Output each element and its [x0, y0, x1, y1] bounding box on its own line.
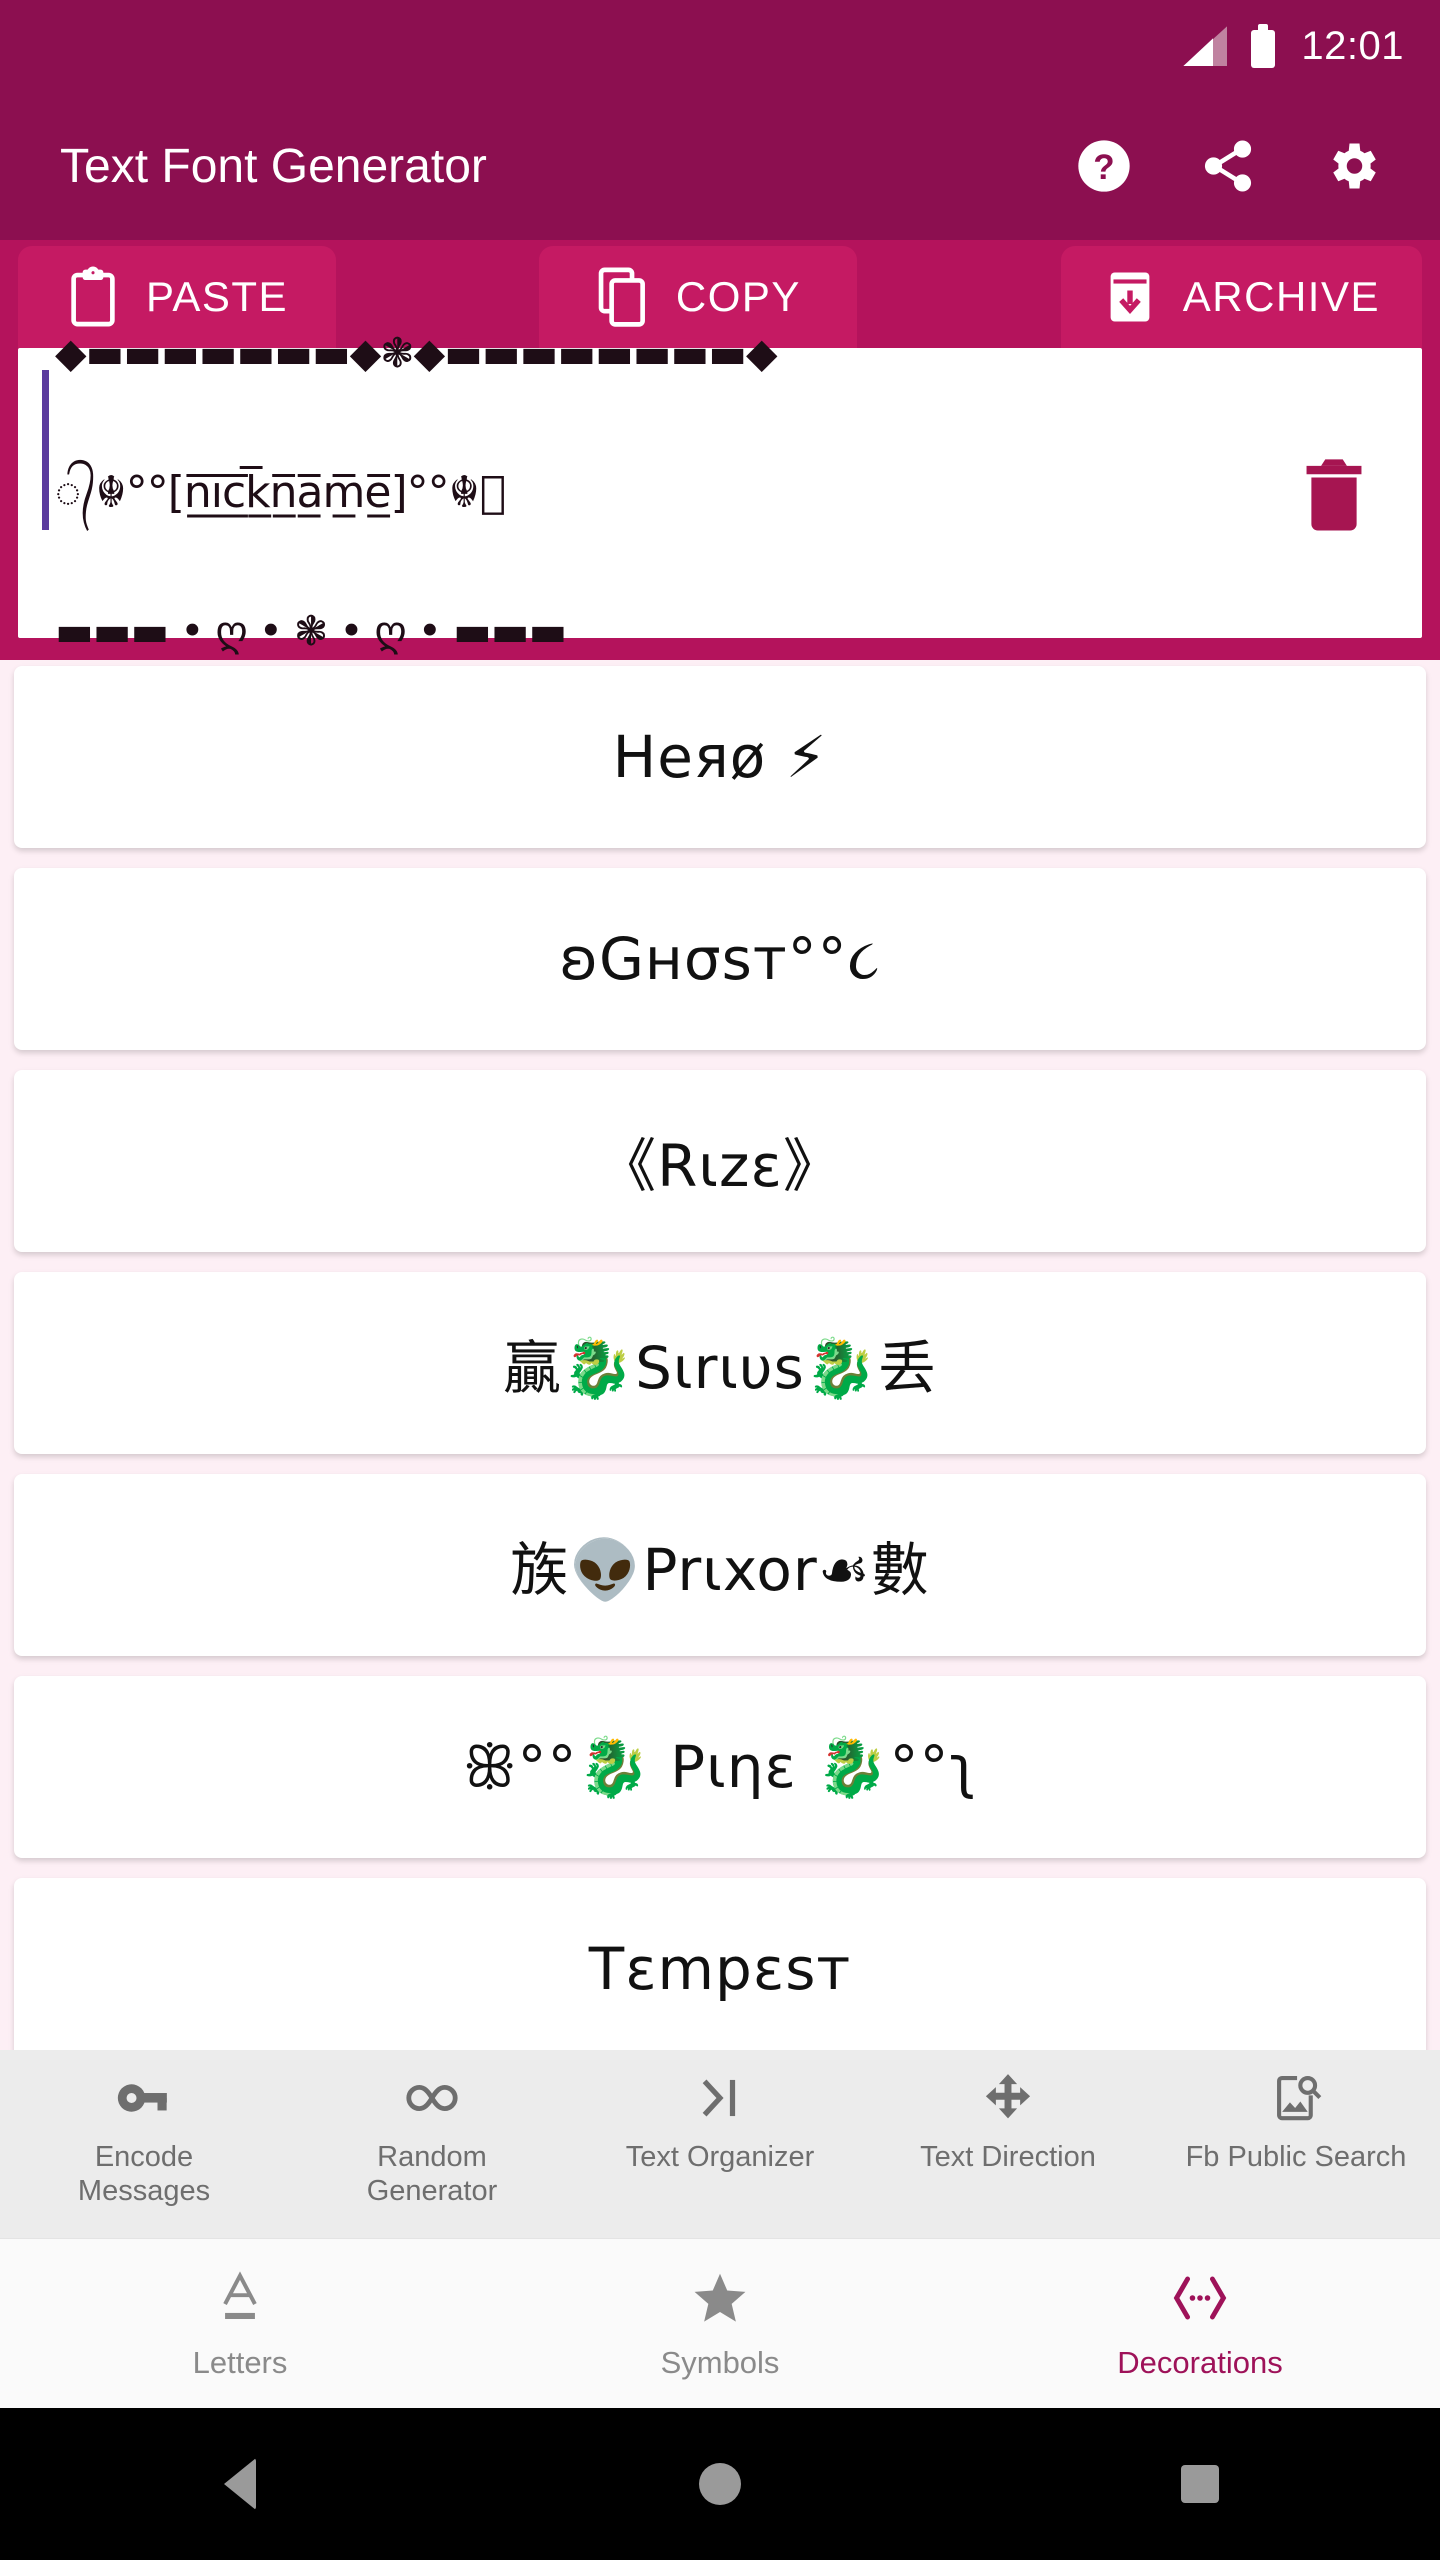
- four-way-arrows-icon: [982, 2070, 1034, 2126]
- list-item[interactable]: 《Rιzε》: [14, 1070, 1426, 1252]
- nav-tab-letters[interactable]: Letters: [90, 2267, 390, 2381]
- font-results-list[interactable]: Heяø ⚡ ʚGнσsт°°૮ 《Rιzε》 贏🐉Sιrιυs🐉丢 族👽Prι…: [0, 660, 1440, 2050]
- help-icon[interactable]: ?: [1074, 136, 1134, 196]
- text-input-card[interactable]: ◆▬▬▬▬▬▬▬◆❃◆▬▬▬▬▬▬▬▬◆ ᭄☬°°[n̲̅i̲̅c̲̅k̲̅n̲…: [18, 330, 1422, 654]
- nav-label: Letters: [192, 2344, 288, 2380]
- text-organizer-icon: [695, 2070, 745, 2126]
- letter-a-underline-icon: [216, 2267, 264, 2329]
- back-triangle-icon[interactable]: [180, 2449, 300, 2519]
- font-sample-text: Tεmpεsт: [588, 1935, 852, 2003]
- tool-label: Random Generator: [366, 2141, 498, 2208]
- angle-brackets-icon: [1169, 2267, 1231, 2329]
- list-item[interactable]: 族👽Prιxor☙數: [14, 1474, 1426, 1656]
- battery-full-icon: [1251, 24, 1276, 68]
- list-item[interactable]: ʚGнσsт°°૮: [14, 868, 1426, 1050]
- image-search-icon: [1270, 2070, 1322, 2126]
- font-sample-text: 族👽Prιxor☙數: [510, 1536, 930, 1604]
- page-title: Text Font Generator: [60, 139, 487, 193]
- list-item[interactable]: Heяø ⚡: [14, 666, 1426, 848]
- recents-square-icon[interactable]: [1140, 2449, 1260, 2519]
- font-sample-text: 《Rιzε》: [598, 1132, 842, 1200]
- status-clock: 12:01: [1301, 23, 1404, 68]
- key-icon: [117, 2070, 171, 2126]
- deco-line-1: ◆▬▬▬▬▬▬▬◆❃◆▬▬▬▬▬▬▬▬◆: [55, 328, 778, 377]
- tool-fb-public-search[interactable]: Fb Public Search: [1153, 2070, 1439, 2174]
- infinity-icon: [402, 2070, 462, 2126]
- list-item[interactable]: Tεmpεsт: [14, 1878, 1426, 2050]
- tool-encode-messages[interactable]: Encode Messages: [1, 2070, 287, 2208]
- signal-bars-icon: [1183, 26, 1228, 66]
- tool-label: Text Direction: [920, 2141, 1096, 2173]
- trash-delete-icon[interactable]: [1274, 451, 1394, 535]
- font-sample-text: ꕥ°°🐉 Pιηε 🐉°°ʅ: [462, 1732, 978, 1801]
- tool-random-generator[interactable]: Random Generator: [289, 2070, 575, 2208]
- deco-line-3: ▬▬▬ • ღ • ❃ • ღ • ▬▬▬: [55, 607, 567, 656]
- home-circle-icon[interactable]: [660, 2449, 780, 2519]
- app-bar-actions: ?: [1074, 136, 1400, 196]
- text-cursor: [42, 370, 49, 530]
- status-icons: [1183, 24, 1276, 68]
- bottom-navigation: Letters Symbols Decorations: [0, 2238, 1440, 2408]
- tool-label: Text Organizer: [625, 2141, 815, 2173]
- nav-tab-symbols[interactable]: Symbols: [570, 2267, 870, 2381]
- star-icon: [692, 2267, 748, 2329]
- deco-line-2: ᭄☬°°[n̲̅i̲̅c̲̅k̲̅n̲̅a̲̅m̲̅e̲̅]°°☬᭄: [55, 467, 506, 519]
- share-icon[interactable]: [1198, 136, 1258, 196]
- status-bar: 12:01: [0, 0, 1440, 92]
- tool-label: Encode Messages: [77, 2141, 211, 2208]
- list-item[interactable]: ꕥ°°🐉 Pιηε 🐉°°ʅ: [14, 1676, 1426, 1858]
- font-sample-text: Heяø ⚡: [612, 723, 828, 791]
- tools-row: Encode Messages Random Generator Text Orga…: [0, 2050, 1440, 2238]
- svg-text:?: ?: [1093, 148, 1114, 187]
- list-item[interactable]: 贏🐉Sιrιυs🐉丢: [14, 1272, 1426, 1454]
- font-sample-text: 贏🐉Sιrιυs🐉丢: [502, 1334, 938, 1402]
- app-bar: Text Font Generator ?: [0, 92, 1440, 240]
- font-sample-text: ʚGнσsт°°૮: [559, 924, 881, 993]
- app-screen: 12:01 Text Font Generator ? PASTE COPY A…: [0, 0, 1440, 2560]
- tool-label: Fb Public Search: [1185, 2141, 1407, 2173]
- tool-text-direction[interactable]: Text Direction: [865, 2070, 1151, 2174]
- input-area: ◆▬▬▬▬▬▬▬◆❃◆▬▬▬▬▬▬▬▬◆ ᭄☬°°[n̲̅i̲̅c̲̅k̲̅n̲…: [0, 330, 1440, 660]
- nav-label: Decorations: [1117, 2344, 1283, 2380]
- nav-tab-decorations[interactable]: Decorations: [1050, 2267, 1350, 2381]
- tool-text-organizer[interactable]: Text Organizer: [577, 2070, 863, 2174]
- android-system-nav: [0, 2408, 1440, 2560]
- settings-gear-icon[interactable]: [1322, 136, 1382, 196]
- nav-label: Symbols: [660, 2344, 780, 2380]
